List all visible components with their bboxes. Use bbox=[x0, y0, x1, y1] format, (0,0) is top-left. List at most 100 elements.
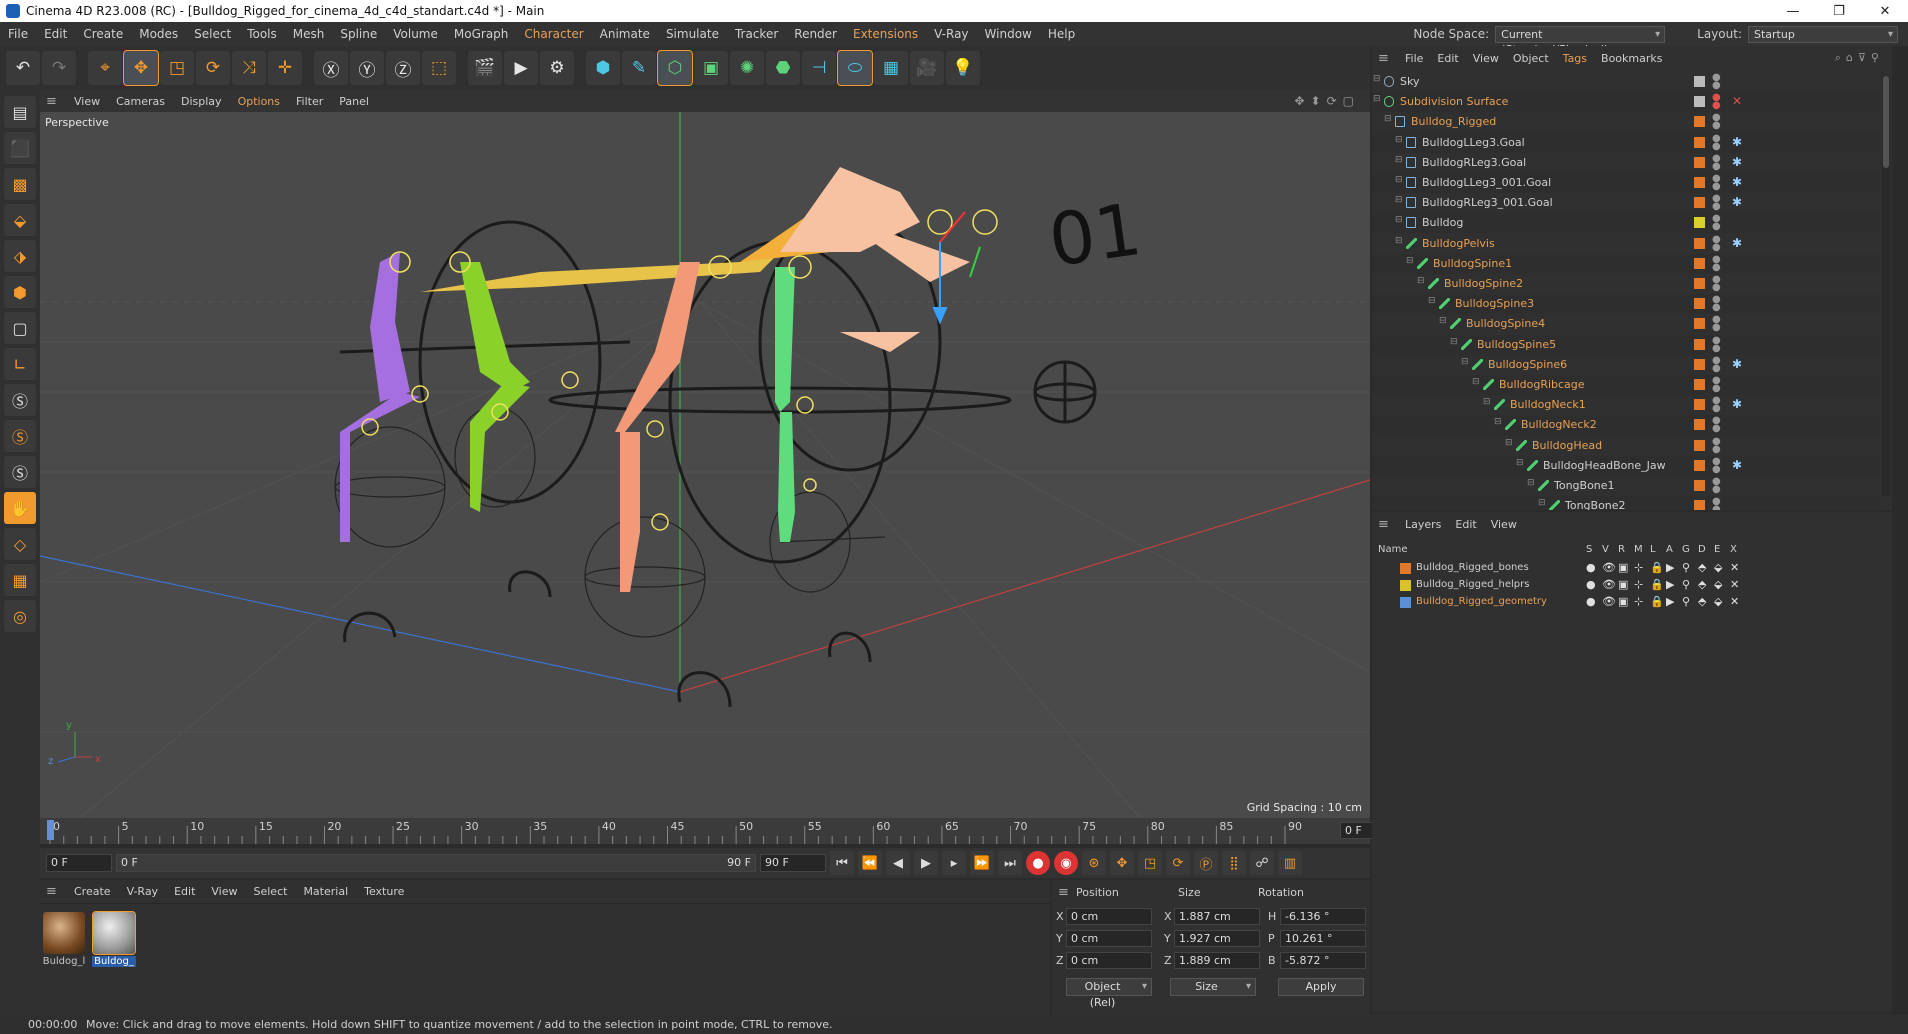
timeline-window-icon[interactable]: ▥ bbox=[1278, 851, 1302, 875]
layer-menu-view[interactable]: View bbox=[1484, 518, 1524, 531]
ik-tag-icon[interactable]: ✱ bbox=[1732, 155, 1742, 169]
layout-dropdown[interactable]: Startup bbox=[1748, 25, 1898, 43]
tree-expand-icon[interactable]: ⊟ bbox=[1395, 195, 1403, 205]
layer-row[interactable]: Bulldog_Rigged_helprs ● 👁 ▣ ⊹ 🔒 ▶ ⚲ ⬘ ⬙ ✕ bbox=[1372, 577, 1880, 594]
tree-expand-icon[interactable]: ⊟ bbox=[1373, 94, 1381, 104]
visibility-dots-icon[interactable]: ● ● bbox=[1712, 376, 1721, 394]
snap-settings-icon[interactable]: Ⓢ bbox=[4, 420, 36, 452]
ik-tag-icon[interactable]: ✱ bbox=[1732, 236, 1742, 250]
solo-dot-icon[interactable]: ● bbox=[1586, 595, 1596, 608]
layer-color-swatch[interactable] bbox=[1694, 136, 1705, 148]
object-row[interactable]: ⊟ BulldogSpine1 ● ● bbox=[1372, 253, 1880, 274]
menu-volume[interactable]: Volume bbox=[385, 27, 446, 41]
hamburger-icon[interactable]: ≡ bbox=[1378, 51, 1392, 66]
field-icon[interactable]: ⬭ bbox=[837, 50, 873, 86]
visibility-dots-icon[interactable]: ● ● bbox=[1712, 497, 1721, 510]
visibility-dots-icon[interactable]: ● ● bbox=[1712, 174, 1721, 192]
rotate-tool-icon[interactable]: ⟳ bbox=[196, 51, 230, 85]
render-settings-icon[interactable]: ⚙ bbox=[540, 51, 574, 85]
visibility-dots-icon[interactable]: ● ● bbox=[1712, 295, 1721, 313]
layer-color-swatch[interactable] bbox=[1694, 257, 1705, 269]
layer-color-swatch[interactable] bbox=[1694, 338, 1705, 350]
eye-icon[interactable]: 👁 bbox=[1602, 561, 1616, 574]
visibility-dots-icon[interactable]: ● ● bbox=[1712, 214, 1721, 232]
object-row[interactable]: ⊟ BulldogRLeg3_001.Goal ● ● ✱ bbox=[1372, 193, 1880, 213]
animation-icon[interactable]: ▶ bbox=[1666, 561, 1674, 574]
menu-simulate[interactable]: Simulate bbox=[658, 27, 727, 41]
visibility-dots-icon[interactable]: ● ● bbox=[1712, 396, 1721, 414]
expression-icon[interactable]: ⬙ bbox=[1714, 561, 1722, 574]
visibility-dots-icon[interactable]: ● ● bbox=[1712, 436, 1721, 454]
object-row[interactable]: ⊟ BulldogSpine6 ● ● ✱ bbox=[1372, 355, 1880, 375]
hamburger-icon[interactable]: ≡ bbox=[1058, 885, 1072, 900]
tree-expand-icon[interactable]: ⊟ bbox=[1395, 236, 1403, 246]
move-tool-icon[interactable]: ✥ bbox=[123, 50, 159, 86]
menu-extensions[interactable]: Extensions bbox=[845, 27, 926, 41]
recent-tools-icon[interactable]: ⤨ bbox=[232, 51, 266, 85]
edit-visibility-icon[interactable] bbox=[1694, 96, 1705, 108]
layer-menu-edit[interactable]: Edit bbox=[1448, 518, 1483, 531]
perspective-viewport[interactable]: 01 y z x Perspective Grid Spacing: 10 c… bbox=[40, 112, 1370, 818]
tree-expand-icon[interactable]: ⊟ bbox=[1373, 74, 1381, 84]
layer-color-swatch[interactable] bbox=[1694, 358, 1705, 370]
side-tab-strip[interactable] bbox=[1892, 46, 1908, 1014]
grid-lock-icon[interactable]: ▦ bbox=[4, 564, 36, 596]
xref-icon[interactable]: ✕ bbox=[1730, 578, 1739, 591]
edit-visibility-icon[interactable] bbox=[1694, 76, 1705, 87]
polygons-mode-icon[interactable]: ⬢ bbox=[4, 276, 36, 308]
extrude-icon[interactable]: ▣ bbox=[694, 51, 728, 85]
quantize-icon[interactable]: Ⓢ bbox=[4, 456, 36, 488]
playhead-marker[interactable] bbox=[47, 820, 54, 840]
material-menu-select[interactable]: Select bbox=[246, 885, 296, 898]
menu-window[interactable]: Window bbox=[977, 27, 1040, 41]
layer-color-swatch[interactable] bbox=[1400, 563, 1411, 574]
layer-column-name[interactable]: Name bbox=[1378, 544, 1408, 555]
object-row[interactable]: ⊟ TongBone1 ● ● bbox=[1372, 476, 1880, 496]
pos-y-field[interactable]: 0 cm bbox=[1066, 930, 1152, 947]
coordinate-system-icon[interactable]: ⬚ bbox=[422, 51, 456, 85]
tweak-mode-icon[interactable]: ✋ bbox=[4, 492, 36, 524]
tree-expand-icon[interactable]: ⊟ bbox=[1395, 155, 1403, 165]
manager-icon[interactable]: ⊹ bbox=[1634, 578, 1643, 591]
viewport-menu-filter[interactable]: Filter bbox=[288, 95, 331, 108]
close-button[interactable]: ✕ bbox=[1862, 4, 1908, 19]
object-manager-scrollbar[interactable] bbox=[1882, 76, 1890, 496]
mograph-icon[interactable]: ⬣ bbox=[766, 51, 800, 85]
hamburger-icon[interactable]: ≡ bbox=[46, 94, 60, 109]
tree-expand-icon[interactable]: ⊟ bbox=[1505, 438, 1513, 448]
viewport-menu-cameras[interactable]: Cameras bbox=[108, 95, 173, 108]
object-menu-object[interactable]: Object bbox=[1506, 52, 1556, 65]
lock-icon[interactable]: 🔒 bbox=[1650, 595, 1664, 608]
material-menu-material[interactable]: Material bbox=[295, 885, 356, 898]
disabled-x-icon[interactable]: ✕ bbox=[1732, 94, 1742, 108]
render-icon[interactable]: ▣ bbox=[1618, 595, 1628, 608]
material-menu-edit[interactable]: Edit bbox=[166, 885, 203, 898]
layer-column-a[interactable]: A bbox=[1666, 544, 1673, 555]
eye-icon[interactable]: 👁 bbox=[1602, 578, 1616, 591]
tree-expand-icon[interactable]: ⊟ bbox=[1428, 296, 1436, 306]
layer-color-swatch[interactable] bbox=[1694, 217, 1705, 229]
tree-expand-icon[interactable]: ⊟ bbox=[1417, 276, 1425, 286]
manager-icon[interactable]: ⊹ bbox=[1634, 561, 1643, 574]
object-menu-file[interactable]: File bbox=[1398, 52, 1430, 65]
axis-mode-icon[interactable]: ∟ bbox=[4, 348, 36, 380]
ik-tag-icon[interactable]: ✱ bbox=[1732, 397, 1742, 411]
layer-color-swatch[interactable] bbox=[1694, 379, 1705, 390]
xref-icon[interactable]: ✕ bbox=[1730, 595, 1739, 608]
solo-dot-icon[interactable]: ● bbox=[1586, 561, 1596, 574]
autokeying-icon[interactable]: ◉ bbox=[1054, 851, 1078, 875]
layer-color-swatch[interactable] bbox=[1694, 318, 1705, 330]
object-row[interactable]: ⊟ Bulldog ● ● bbox=[1372, 213, 1880, 234]
layer-column-l[interactable]: L bbox=[1650, 544, 1656, 555]
size-mode-dropdown[interactable]: Size bbox=[1170, 978, 1256, 996]
lock-icon[interactable]: 🔒 bbox=[1650, 578, 1664, 591]
ik-tag-icon[interactable]: ✱ bbox=[1732, 135, 1742, 149]
object-row[interactable]: ⊟ Sky ● ● bbox=[1372, 72, 1880, 92]
pos-x-field[interactable]: 0 cm bbox=[1066, 908, 1152, 925]
layer-row[interactable]: Bulldog_Rigged_bones ● 👁 ▣ ⊹ 🔒 ▶ ⚲ ⬘ ⬙ ✕ bbox=[1372, 560, 1880, 577]
layer-color-swatch[interactable] bbox=[1694, 500, 1705, 510]
menu-help[interactable]: Help bbox=[1040, 27, 1083, 41]
layer-column-x[interactable]: X bbox=[1730, 544, 1737, 555]
menu-edit[interactable]: Edit bbox=[36, 27, 75, 41]
play-icon[interactable]: ▶ bbox=[914, 851, 938, 875]
